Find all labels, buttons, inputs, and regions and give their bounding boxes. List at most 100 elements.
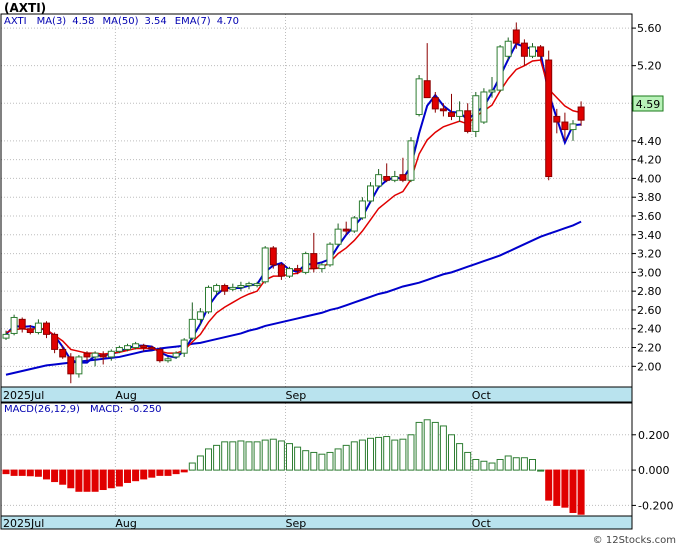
candle-body: [391, 176, 399, 181]
macd-bar: [75, 469, 83, 492]
candle-body: [415, 78, 423, 116]
price-tick-label: 2.60: [637, 304, 662, 317]
macd-bar: [456, 443, 464, 471]
macd-bar: [67, 469, 75, 489]
macd-bar: [334, 448, 342, 471]
candle-body: [456, 110, 464, 117]
candle-body: [302, 253, 310, 273]
macd-bar: [375, 436, 383, 471]
candle-body: [423, 80, 431, 99]
candle-body: [83, 352, 91, 358]
macd-bar: [342, 444, 350, 471]
chart-title: (AXTI): [4, 1, 46, 15]
macd-bar: [180, 469, 188, 473]
macd-bar: [399, 438, 407, 471]
macd-bar: [196, 455, 204, 471]
macd-bar: [561, 469, 569, 508]
macd-bar: [439, 425, 447, 471]
macd-bar: [448, 434, 455, 471]
price-date-band: [1, 387, 632, 402]
price-tick-label: 3.40: [637, 229, 662, 242]
macd-bar: [124, 469, 131, 483]
macd-bar: [326, 451, 334, 471]
candle-body: [277, 264, 285, 277]
macd-bar: [553, 469, 561, 506]
legend-label: MA(3): [37, 16, 67, 27]
macd-date-label: 2025Jul: [3, 517, 44, 530]
candle-body: [334, 228, 342, 245]
watermark: © 12Stocks.com: [593, 535, 676, 546]
macd-bar: [26, 469, 34, 477]
legend-label: MACD:: [90, 404, 123, 415]
candle-body: [504, 40, 512, 57]
candle-body: [91, 352, 99, 358]
macd-tick-label: -0.200: [638, 499, 673, 512]
macd-tick-label: 0.000: [638, 464, 670, 477]
macd-bar: [537, 469, 545, 472]
legend-label: AXTI: [4, 16, 27, 27]
macd-bar: [512, 457, 520, 471]
macd-date-label: Sep: [286, 517, 307, 530]
macd-bar: [115, 469, 123, 487]
macd-bar: [140, 469, 148, 480]
macd-bar: [269, 438, 277, 471]
macd-bar: [310, 451, 318, 471]
candle-body: [115, 347, 123, 352]
macd-date-label: Aug: [115, 517, 136, 530]
macd-bar: [10, 469, 18, 476]
macd-bar: [358, 439, 366, 471]
legend-label: EMA(7): [175, 16, 211, 27]
price-legend: AXTI MA(3) 4.58 MA(50) 3.54 EMA(7) 4.70: [4, 16, 239, 27]
price-tick-label: 5.20: [637, 60, 662, 73]
macd-bar: [43, 469, 50, 480]
legend-value: 4.58: [72, 16, 94, 27]
candle-body: [221, 285, 229, 292]
macd-bar: [59, 469, 67, 485]
candle-body: [407, 140, 415, 181]
macd-bar: [488, 462, 496, 471]
price-tick-label: 2.80: [637, 285, 662, 298]
candle-body: [99, 354, 107, 358]
macd-bar: [294, 446, 302, 471]
legend-value: 3.54: [144, 16, 166, 27]
candle-body: [545, 59, 553, 178]
candle-body: [448, 112, 455, 117]
legend-label: MA(50): [102, 16, 138, 27]
candle-body: [172, 352, 180, 358]
macd-bar: [245, 441, 253, 471]
last-price-tag: 4.59: [632, 95, 664, 112]
macd-bar: [221, 441, 229, 471]
candle-body: [205, 286, 212, 313]
candle-body: [59, 348, 67, 358]
price-tick-label: 3.20: [637, 248, 662, 261]
macd-bar: [261, 439, 269, 471]
macd-bar: [148, 469, 156, 478]
candle-body: [75, 356, 83, 375]
macd-bar: [34, 469, 42, 477]
candle-body: [326, 243, 334, 266]
candle-body: [188, 318, 196, 339]
candle-body: [26, 328, 34, 334]
candle-body: [358, 200, 366, 219]
macd-bar: [107, 469, 115, 489]
macd-bar: [529, 459, 536, 471]
macd-bar: [172, 469, 180, 475]
price-tick-label: 4.40: [637, 135, 662, 148]
price-tick-label: 3.00: [637, 266, 662, 279]
macd-bar: [237, 440, 245, 471]
candle-body: [10, 316, 18, 334]
macd-date-label: Oct: [472, 517, 492, 530]
macd-bar: [367, 437, 374, 471]
candle-body: [318, 264, 326, 270]
candle-body: [156, 348, 164, 362]
candle-body: [229, 286, 237, 290]
macd-bar: [415, 421, 423, 471]
macd-bar: [464, 451, 472, 471]
candle-body: [261, 247, 269, 283]
candle-body: [67, 356, 75, 375]
stock-chart: 2.00 2.20 2.40 2.60 2.80 3.00 3.20 3.40 3.60 3.80…: [0, 0, 680, 546]
macd-bar: [480, 460, 488, 471]
candle-body: [34, 322, 42, 334]
candle-body: [124, 345, 131, 350]
macd-bar: [164, 469, 172, 476]
